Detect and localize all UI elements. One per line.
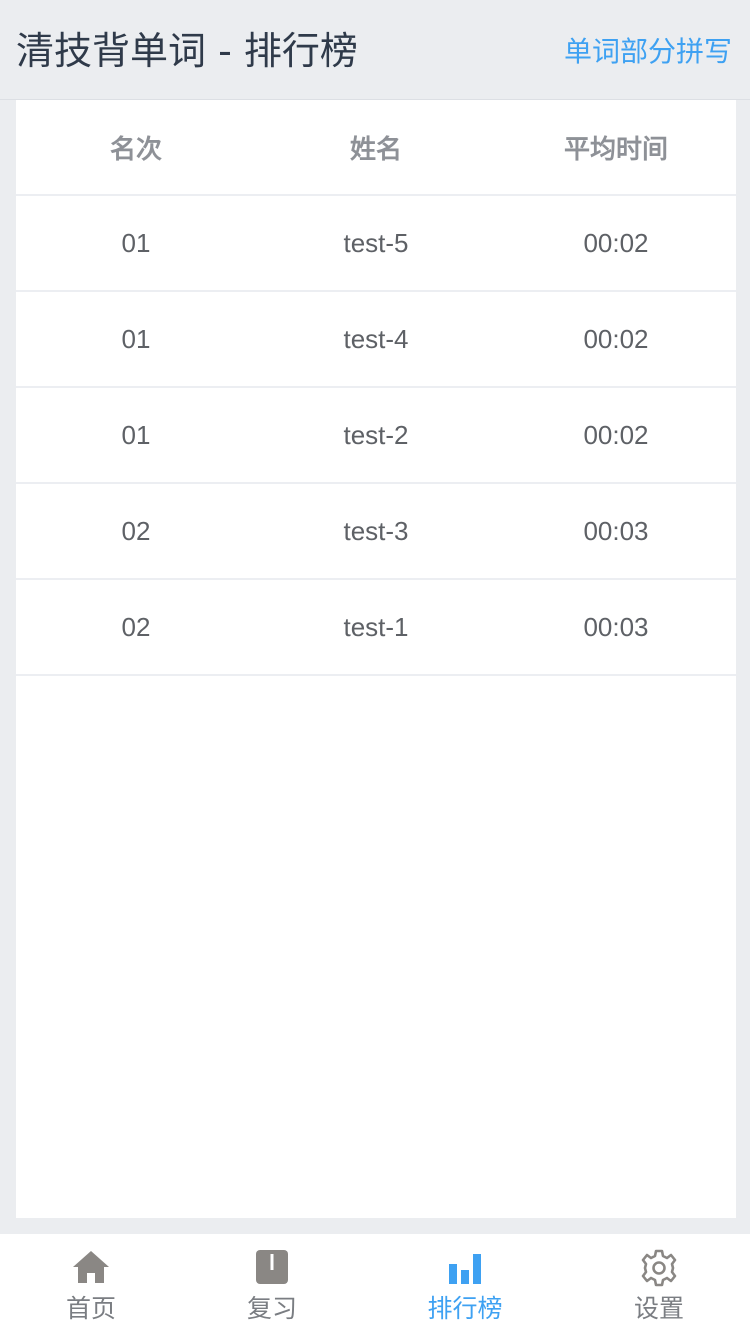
name-cell: test-3 <box>343 515 409 546</box>
leaderboard-table: 名次 姓名 平均时间 01 test-5 00:02 01 test-4 00:… <box>16 100 736 1218</box>
name-cell: test-1 <box>343 611 409 642</box>
column-header-avg-time: 平均时间 <box>563 134 668 165</box>
rank-cell: 02 <box>121 515 151 546</box>
home-icon <box>73 1251 109 1283</box>
tab-review-label: 复习 <box>246 1294 297 1323</box>
time-cell: 00:03 <box>583 515 649 546</box>
table-row: 02 test-3 00:03 <box>16 484 736 580</box>
time-cell: 00:02 <box>583 419 649 450</box>
name-cell: test-4 <box>343 323 409 354</box>
table-header-row: 名次 姓名 平均时间 <box>16 100 736 196</box>
name-cell: test-5 <box>343 227 409 258</box>
tab-settings[interactable]: 设置 <box>584 1234 734 1334</box>
rank-cell: 01 <box>121 323 151 354</box>
tab-settings-label: 设置 <box>633 1294 684 1323</box>
partial-spelling-link[interactable]: 单词部分拼写 <box>564 32 732 72</box>
book-icon <box>256 1250 288 1284</box>
rank-cell: 01 <box>121 227 151 258</box>
tab-home-label: 首页 <box>65 1294 116 1323</box>
time-cell: 00:03 <box>583 611 649 642</box>
tab-leaderboard[interactable]: 排行榜 <box>390 1234 540 1334</box>
column-header-name: 姓名 <box>349 134 402 165</box>
bottom-tab-bar: 首页 复习 排行榜 设置 <box>0 1234 750 1334</box>
tab-leaderboard-label: 排行榜 <box>427 1294 503 1323</box>
column-header-rank: 名次 <box>109 134 162 165</box>
tab-review[interactable]: 复习 <box>197 1234 347 1334</box>
tab-home[interactable]: 首页 <box>16 1234 166 1334</box>
gear-icon <box>641 1249 677 1287</box>
table-row: 02 test-1 00:03 <box>16 580 736 676</box>
name-cell: test-2 <box>343 419 409 450</box>
rank-cell: 01 <box>121 419 151 450</box>
header-bar: 清技背单词 - 排行榜 单词部分拼写 <box>0 0 750 100</box>
page-title: 清技背单词 - 排行榜 <box>16 29 358 73</box>
bar-chart-icon <box>449 1254 481 1284</box>
table-row: 01 test-2 00:02 <box>16 388 736 484</box>
rank-cell: 02 <box>121 611 151 642</box>
time-cell: 00:02 <box>583 227 649 258</box>
time-cell: 00:02 <box>583 323 649 354</box>
table-row: 01 test-4 00:02 <box>16 292 736 388</box>
table-row: 01 test-5 00:02 <box>16 196 736 292</box>
